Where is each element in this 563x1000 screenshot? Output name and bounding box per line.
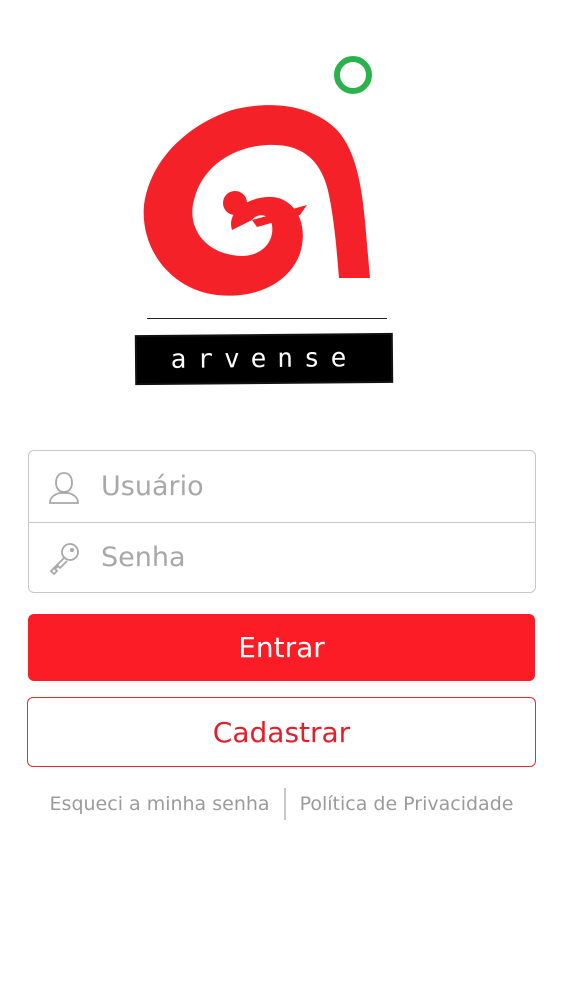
logo-divider <box>147 318 387 319</box>
footer-divider <box>283 788 286 820</box>
privacy-policy-link[interactable]: Política de Privacidade <box>300 793 514 815</box>
login-form <box>28 450 536 593</box>
brand-wordmark: arvense <box>136 334 392 384</box>
register-button[interactable]: Cadastrar <box>27 697 536 767</box>
username-field[interactable] <box>29 451 535 523</box>
password-input[interactable] <box>101 542 481 573</box>
login-button[interactable]: Entrar <box>28 614 535 681</box>
password-field[interactable] <box>29 523 535 592</box>
username-input[interactable] <box>101 471 481 502</box>
footer-links: Esqueci a minha senha Política de Privac… <box>0 787 563 821</box>
key-icon <box>45 539 83 577</box>
user-icon <box>45 468 83 506</box>
forgot-password-link[interactable]: Esqueci a minha senha <box>50 793 270 815</box>
brand-logo-mark <box>143 56 372 296</box>
